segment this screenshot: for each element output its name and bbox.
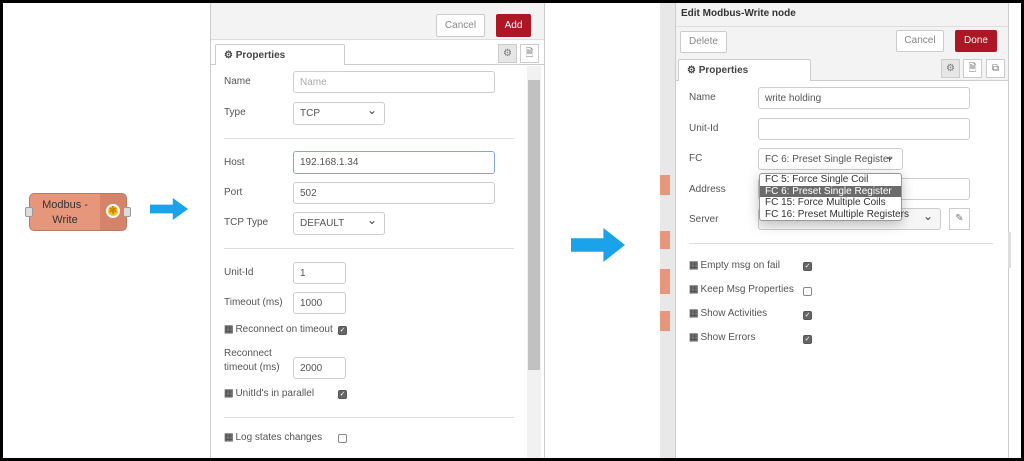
cancel-button[interactable]: Cancel: [896, 30, 944, 52]
show-activities-checkbox[interactable]: ✓: [803, 311, 812, 320]
add-button[interactable]: Add: [496, 14, 531, 37]
tab-properties[interactable]: ⚙ Properties: [215, 44, 345, 65]
name-input[interactable]: write holding: [758, 87, 970, 109]
reconnect-timeout-label: Reconnect timeout (ms): [224, 348, 280, 373]
scrollbar[interactable]: [1008, 232, 1011, 268]
fc-option[interactable]: FC 15: Force Multiple Coils: [760, 197, 901, 209]
gear-icon[interactable]: ⚙: [941, 59, 960, 78]
timeout-input[interactable]: 1000: [293, 292, 346, 314]
type-label: Type: [224, 107, 246, 118]
grid-icon: ▦: [689, 308, 699, 319]
tcp-type-label: TCP Type: [224, 217, 269, 228]
scrollbar-thumb[interactable]: [528, 80, 540, 370]
unit-id-label: Unit-Id: [689, 123, 719, 134]
cancel-button[interactable]: Cancel: [436, 14, 485, 37]
log-states-label: ▦ Log states changes: [224, 432, 323, 443]
grid-icon: ▦: [224, 324, 234, 335]
host-input[interactable]: 192.168.1.34: [293, 151, 495, 174]
unit-id-input[interactable]: 1: [293, 262, 346, 284]
tcp-type-select[interactable]: DEFAULT: [293, 212, 385, 235]
tab-properties[interactable]: ⚙ Properties: [678, 59, 811, 81]
divider: [224, 138, 514, 139]
scrollbar[interactable]: [527, 66, 541, 458]
name-input[interactable]: Name: [293, 71, 495, 93]
gear-icon: ⚙: [224, 50, 236, 61]
dialog-title: Edit Modbus-Write node: [681, 8, 796, 19]
modbus-icon: ✱: [106, 204, 120, 218]
description-icon[interactable]: 🗎: [963, 59, 982, 78]
edit-server-pencil-icon[interactable]: ✎: [949, 208, 970, 230]
dialog-header: [211, 3, 544, 40]
grid-icon: ▦: [224, 388, 234, 399]
keep-msg-checkbox[interactable]: [803, 287, 812, 296]
name-label: Name: [224, 76, 251, 87]
node-label: Modbus - Write: [42, 199, 88, 226]
empty-msg-label: ▦ Empty msg on fail: [689, 260, 780, 271]
log-states-checkbox[interactable]: [338, 434, 347, 443]
reconnect-label: ▦ Reconnect on timeout: [224, 324, 333, 335]
appearance-icon[interactable]: ⧉: [986, 59, 1005, 78]
fc-select[interactable]: FC 6: Preset Single Register: [758, 148, 903, 170]
output-port[interactable]: [123, 207, 131, 217]
fc-option-selected[interactable]: FC 6: Preset Single Register: [760, 185, 901, 197]
delete-button[interactable]: Delete: [680, 31, 727, 53]
reconnect-checkbox[interactable]: ✓: [338, 326, 347, 335]
gear-icon: ⚙: [687, 65, 699, 76]
show-errors-label: ▦ Show Errors: [689, 332, 756, 343]
parallel-label: ▦ UnitId's in parallel: [224, 388, 315, 399]
name-label: Name: [689, 92, 716, 103]
grid-icon: ▦: [689, 260, 699, 271]
grid-icon: ▦: [689, 332, 699, 343]
show-errors-checkbox[interactable]: ✓: [803, 335, 812, 344]
divider: [224, 248, 514, 249]
port-label: Port: [224, 187, 243, 198]
grid-icon: ▦: [224, 432, 234, 443]
workspace-canvas-strip: [660, 3, 676, 458]
gear-icon[interactable]: ⚙: [498, 44, 517, 63]
unit-id-label: Unit-Id: [224, 267, 254, 278]
server-label: Server: [689, 214, 719, 225]
address-label: Address: [689, 184, 726, 195]
modbus-write-node[interactable]: Modbus - Write ✱: [29, 193, 127, 231]
fc-label: FC: [689, 153, 703, 164]
fc-option[interactable]: FC 5: Force Single Coil: [760, 174, 901, 186]
grid-icon: ▦: [689, 284, 699, 295]
fc-option[interactable]: FC 16: Preset Multiple Registers: [760, 209, 909, 221]
unit-id-input[interactable]: [758, 118, 970, 140]
keep-msg-label: ▦ Keep Msg Properties: [689, 284, 794, 295]
done-button[interactable]: Done: [955, 30, 997, 52]
reconnect-timeout-input[interactable]: 2000: [293, 357, 346, 379]
fc-dropdown-list: FC 5: Force Single Coil FC 6: Preset Sin…: [759, 173, 909, 221]
show-activities-label: ▦ Show Activities: [689, 308, 768, 319]
empty-msg-checkbox[interactable]: ✓: [803, 262, 812, 271]
description-icon[interactable]: 🗎: [520, 44, 539, 63]
parallel-checkbox[interactable]: ✓: [338, 390, 347, 399]
input-port[interactable]: [25, 207, 33, 217]
divider: [224, 417, 514, 418]
timeout-label: Timeout (ms): [224, 297, 283, 308]
host-label: Host: [224, 157, 245, 168]
divider: [689, 243, 993, 244]
port-input[interactable]: 502: [293, 182, 495, 204]
type-select[interactable]: TCP: [293, 102, 385, 125]
